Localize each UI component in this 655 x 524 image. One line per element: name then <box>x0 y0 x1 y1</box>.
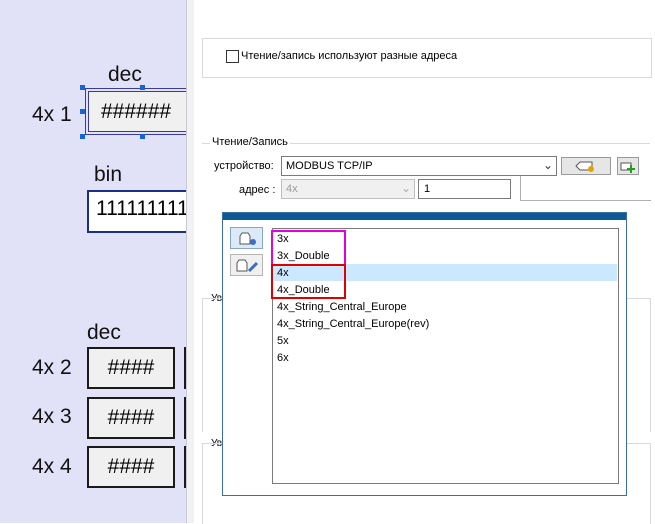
add-type-button[interactable] <box>230 227 263 249</box>
side-group-frame-1-right <box>627 298 651 432</box>
list-item[interactable]: 6x <box>277 352 289 364</box>
chevron-down-icon: ⌄ <box>400 181 411 195</box>
separate-addresses-label: Чтение/запись используют разные адреса <box>241 50 458 62</box>
device-select-value: MODBUS TCP/IP <box>286 160 373 172</box>
list-item[interactable]: 5x <box>277 335 289 347</box>
list-item[interactable]: 4x_String_Central_Europe(rev) <box>277 318 429 330</box>
device-label: устройство: <box>214 160 274 172</box>
splitter[interactable] <box>186 0 194 523</box>
row2-label: 4x 2 <box>32 356 72 379</box>
resize-handle-bc[interactable] <box>140 134 145 139</box>
row3-label: 4x 3 <box>32 405 72 428</box>
dec-label-2: dec <box>87 321 121 344</box>
row4-label: 4x 4 <box>32 455 72 478</box>
bin-label: bin <box>94 163 123 186</box>
device-settings-icon <box>575 161 594 172</box>
side-group-frame-2 <box>202 443 223 524</box>
chevron-down-icon: ⌄ <box>542 158 553 172</box>
popup-title-bar[interactable] <box>223 213 626 220</box>
address-type-value: 4x <box>286 183 298 195</box>
separate-addresses-checkbox[interactable] <box>226 50 239 63</box>
edit-type-button[interactable] <box>230 254 263 276</box>
rw-group-title: Чтение/Запись <box>210 136 290 148</box>
list-item[interactable]: 4x_String_Central_Europe <box>277 301 407 313</box>
address-type-list[interactable]: 3x 3x_Double 4x 4x_Double 4x_String_Cent… <box>271 228 619 484</box>
add-device-icon <box>620 162 635 173</box>
red-highlight-box <box>271 264 346 299</box>
address-label: адрес : <box>239 184 276 196</box>
resize-handle-bl[interactable] <box>80 134 85 139</box>
side-group-frame-2-right <box>627 443 651 524</box>
address-type-popup: 3x 3x_Double 4x 4x_Double 4x_String_Cent… <box>222 212 627 496</box>
magenta-highlight-box <box>271 230 346 266</box>
numeric-display-2[interactable]: #### <box>87 347 175 389</box>
dec-label-1: dec <box>108 63 142 86</box>
field-frame <box>520 176 651 201</box>
address-number-input[interactable]: 1 <box>418 179 511 199</box>
add-device-button[interactable] <box>617 157 639 175</box>
binary-display[interactable]: 1111111111 <box>87 190 188 233</box>
device-settings-button[interactable] <box>561 157 611 175</box>
edit-type-icon <box>236 259 259 273</box>
numeric-display-4[interactable]: #### <box>87 446 175 488</box>
address-type-select[interactable]: 4x ⌄ <box>281 179 415 199</box>
resize-handle-tl[interactable] <box>80 85 85 90</box>
device-select[interactable]: MODBUS TCP/IP ⌄ <box>281 156 557 176</box>
numeric-display-1[interactable]: ###### <box>85 88 188 135</box>
numeric-display-3[interactable]: #### <box>87 397 175 439</box>
row1-label: 4x 1 <box>32 103 72 126</box>
resize-handle-ml[interactable] <box>80 109 85 114</box>
design-canvas: dec 4x 1 ###### bin 1111111111 dec 4x 2 … <box>0 0 188 523</box>
side-group-frame-1 <box>202 298 223 432</box>
add-type-icon <box>239 232 256 245</box>
resize-handle-tc[interactable] <box>140 85 145 90</box>
